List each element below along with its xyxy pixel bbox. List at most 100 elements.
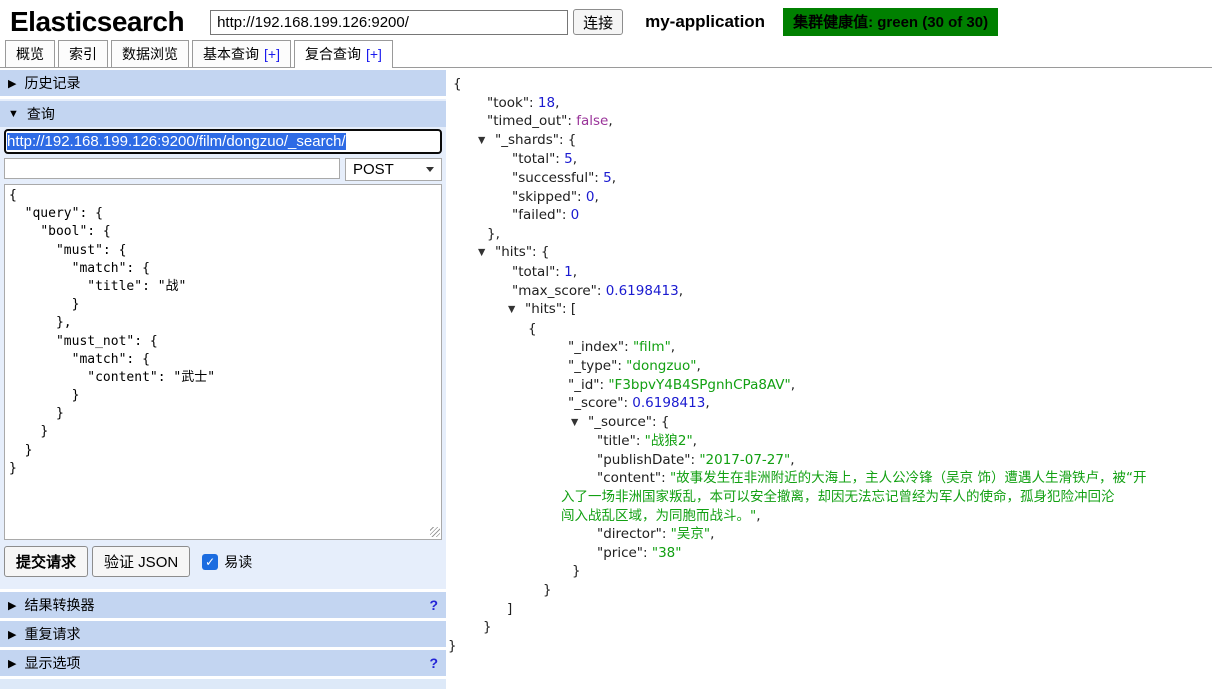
json-key-text: }, bbox=[487, 225, 500, 242]
request-panel: ▶ 历史记录 ▼ 查询 http://192.168.199.126:9200/… bbox=[0, 68, 446, 689]
chevron-down-icon bbox=[426, 167, 434, 172]
collapse-arrow-icon[interactable]: ▼ bbox=[478, 132, 490, 151]
json-key-text: "_shards": { bbox=[495, 131, 577, 148]
json-line: } bbox=[446, 637, 1212, 656]
collapse-arrow-icon[interactable]: ▼ bbox=[478, 244, 490, 263]
json-key-text: , bbox=[692, 433, 697, 450]
tab-indices[interactable]: 索引 bbox=[58, 40, 108, 67]
main-tab-bar: 概览 索引 数据浏览 基本查询 [+] 复合查询 [+] bbox=[0, 40, 1212, 68]
json-key-text: , bbox=[790, 451, 795, 468]
json-key-text: } bbox=[448, 637, 457, 654]
json-line: ▼ "_shards": { bbox=[446, 131, 1212, 151]
json-number-value: 5 bbox=[564, 151, 573, 168]
method-select-value: POST bbox=[353, 161, 394, 178]
top-bar: Elasticsearch 连接 my-application 集群健康值: g… bbox=[0, 0, 1212, 44]
json-key-text: "total": bbox=[512, 151, 565, 168]
request-actions: 提交请求 验证 JSON ✓ 易读 bbox=[0, 540, 446, 584]
chevron-right-icon: ▶ bbox=[8, 628, 17, 641]
cluster-health-badge: 集群健康值: green (30 of 30) bbox=[783, 8, 999, 36]
method-row: POST bbox=[4, 158, 442, 181]
query-string-input[interactable] bbox=[4, 158, 340, 179]
json-key-text: "price": bbox=[597, 544, 652, 561]
json-string-value: "F3bpvY4B4SPgnhCPa8AV" bbox=[608, 376, 791, 393]
section-history[interactable]: ▶ 历史记录 bbox=[0, 70, 446, 96]
panel-bottom-strip bbox=[0, 679, 446, 689]
json-line: "took": 18, bbox=[446, 94, 1212, 113]
chevron-right-icon: ▶ bbox=[8, 657, 17, 670]
section-query-header[interactable]: ▼ 查询 bbox=[0, 101, 446, 127]
json-key-text: "failed": bbox=[512, 207, 571, 224]
json-line: } bbox=[446, 618, 1212, 637]
tab-plus-label: [+] bbox=[365, 46, 382, 62]
help-icon[interactable]: ? bbox=[429, 655, 438, 671]
chevron-down-icon: ▼ bbox=[8, 108, 19, 120]
tab-compound-query[interactable]: 复合查询 [+] bbox=[293, 40, 393, 68]
json-number-value: 18 bbox=[537, 94, 556, 111]
tab-basic-query[interactable]: 基本查询 [+] bbox=[192, 40, 291, 67]
json-key-text: } bbox=[483, 619, 492, 636]
submit-request-button[interactable]: 提交请求 bbox=[4, 546, 89, 577]
section-display-options[interactable]: ▶ 显示选项 ? bbox=[0, 650, 446, 676]
json-string-value: "吴京" bbox=[670, 526, 711, 543]
json-key-text: "director": bbox=[597, 526, 671, 543]
section-result-transformer[interactable]: ▶ 结果转换器 ? bbox=[0, 592, 446, 618]
section-repeat-request-label: 重复请求 bbox=[24, 626, 81, 642]
json-string-value: "故事发生在非洲附近的大海上，主人公冷锋（吴京 饰）遭遇人生滑铁卢，被“开 bbox=[669, 470, 1147, 487]
json-key-text: , bbox=[670, 339, 676, 356]
app-title: Elasticsearch bbox=[10, 6, 185, 37]
json-number-value: 0.6198413 bbox=[632, 395, 706, 412]
section-query: ▼ 查询 http://192.168.199.126:9200/film/do… bbox=[0, 99, 446, 589]
json-key-text: "_index": bbox=[568, 339, 633, 356]
section-repeat-request[interactable]: ▶ 重复请求 bbox=[0, 621, 446, 647]
collapse-arrow-icon[interactable]: ▼ bbox=[508, 301, 520, 320]
cluster-url-input[interactable] bbox=[210, 9, 569, 35]
json-string-value: "dongzuo" bbox=[626, 357, 697, 374]
json-line: "timed_out": false, bbox=[446, 112, 1212, 131]
json-key-text: "hits": [ bbox=[525, 301, 577, 318]
json-string-value: "38" bbox=[651, 544, 682, 561]
section-history-label: 历史记录 bbox=[24, 75, 81, 91]
json-key-text: "_score": bbox=[568, 395, 633, 412]
json-key-text: } bbox=[543, 582, 552, 599]
request-body-textarea[interactable]: { "query": { "bool": { "must": { "match"… bbox=[4, 184, 442, 540]
connect-button[interactable]: 连接 bbox=[573, 9, 624, 35]
tab-label: 基本查询 bbox=[203, 46, 259, 62]
cluster-name: my-application bbox=[645, 12, 766, 31]
request-url-input[interactable]: http://192.168.199.126:9200/film/dongzuo… bbox=[4, 129, 442, 154]
json-line: "total": 5, bbox=[446, 150, 1212, 169]
tab-label: 复合查询 bbox=[304, 46, 361, 62]
json-line: 入了一场非洲国家叛乱，本可以安全撤离，却因无法忘记曾经为军人的使命，孤身犯险冲回… bbox=[446, 488, 1212, 507]
json-key-text: "publishDate": bbox=[597, 451, 700, 468]
request-body-wrap: { "query": { "bool": { "must": { "match"… bbox=[4, 184, 442, 540]
readable-checkbox[interactable]: ✓ bbox=[202, 553, 219, 570]
tab-plus-label: [+] bbox=[264, 46, 280, 62]
chevron-right-icon: ▶ bbox=[8, 599, 17, 612]
json-line: ▼ "_source": { bbox=[446, 413, 1212, 433]
method-select[interactable]: POST bbox=[345, 158, 442, 181]
help-icon[interactable]: ? bbox=[429, 597, 438, 613]
collapse-arrow-icon[interactable]: ▼ bbox=[571, 414, 583, 433]
json-line: } bbox=[446, 562, 1212, 581]
json-key-text: "title": bbox=[597, 433, 645, 450]
chevron-right-icon: ▶ bbox=[8, 77, 17, 90]
tab-data-browser[interactable]: 数据浏览 bbox=[111, 40, 189, 67]
json-key-text: ] bbox=[507, 600, 513, 617]
json-key-text: { bbox=[528, 320, 537, 337]
json-line: ▼ "hits": { bbox=[446, 243, 1212, 263]
json-key-text: "hits": { bbox=[495, 244, 550, 261]
json-line: ] bbox=[446, 600, 1212, 619]
json-line: "_index": "film", bbox=[446, 338, 1212, 357]
json-key-text: "_type": bbox=[568, 357, 627, 374]
json-line: "_id": "F3bpvY4B4SPgnhCPa8AV", bbox=[446, 376, 1212, 395]
json-string-value: "战狼2" bbox=[644, 433, 693, 450]
result-json-view: {"took": 18, "timed_out": false, ▼ "_shards… bbox=[446, 68, 1212, 655]
json-line: ▼ "hits": [ bbox=[446, 300, 1212, 320]
json-boolean-value: false bbox=[576, 113, 609, 130]
json-string-value: "2017-07-27" bbox=[699, 451, 791, 468]
json-key-text: "successful": bbox=[512, 169, 604, 186]
json-number-value: 0.6198413 bbox=[605, 282, 679, 299]
json-line: { bbox=[446, 320, 1212, 339]
tab-overview[interactable]: 概览 bbox=[5, 40, 55, 67]
section-query-label: 查询 bbox=[26, 106, 55, 122]
validate-json-button[interactable]: 验证 JSON bbox=[92, 546, 191, 577]
